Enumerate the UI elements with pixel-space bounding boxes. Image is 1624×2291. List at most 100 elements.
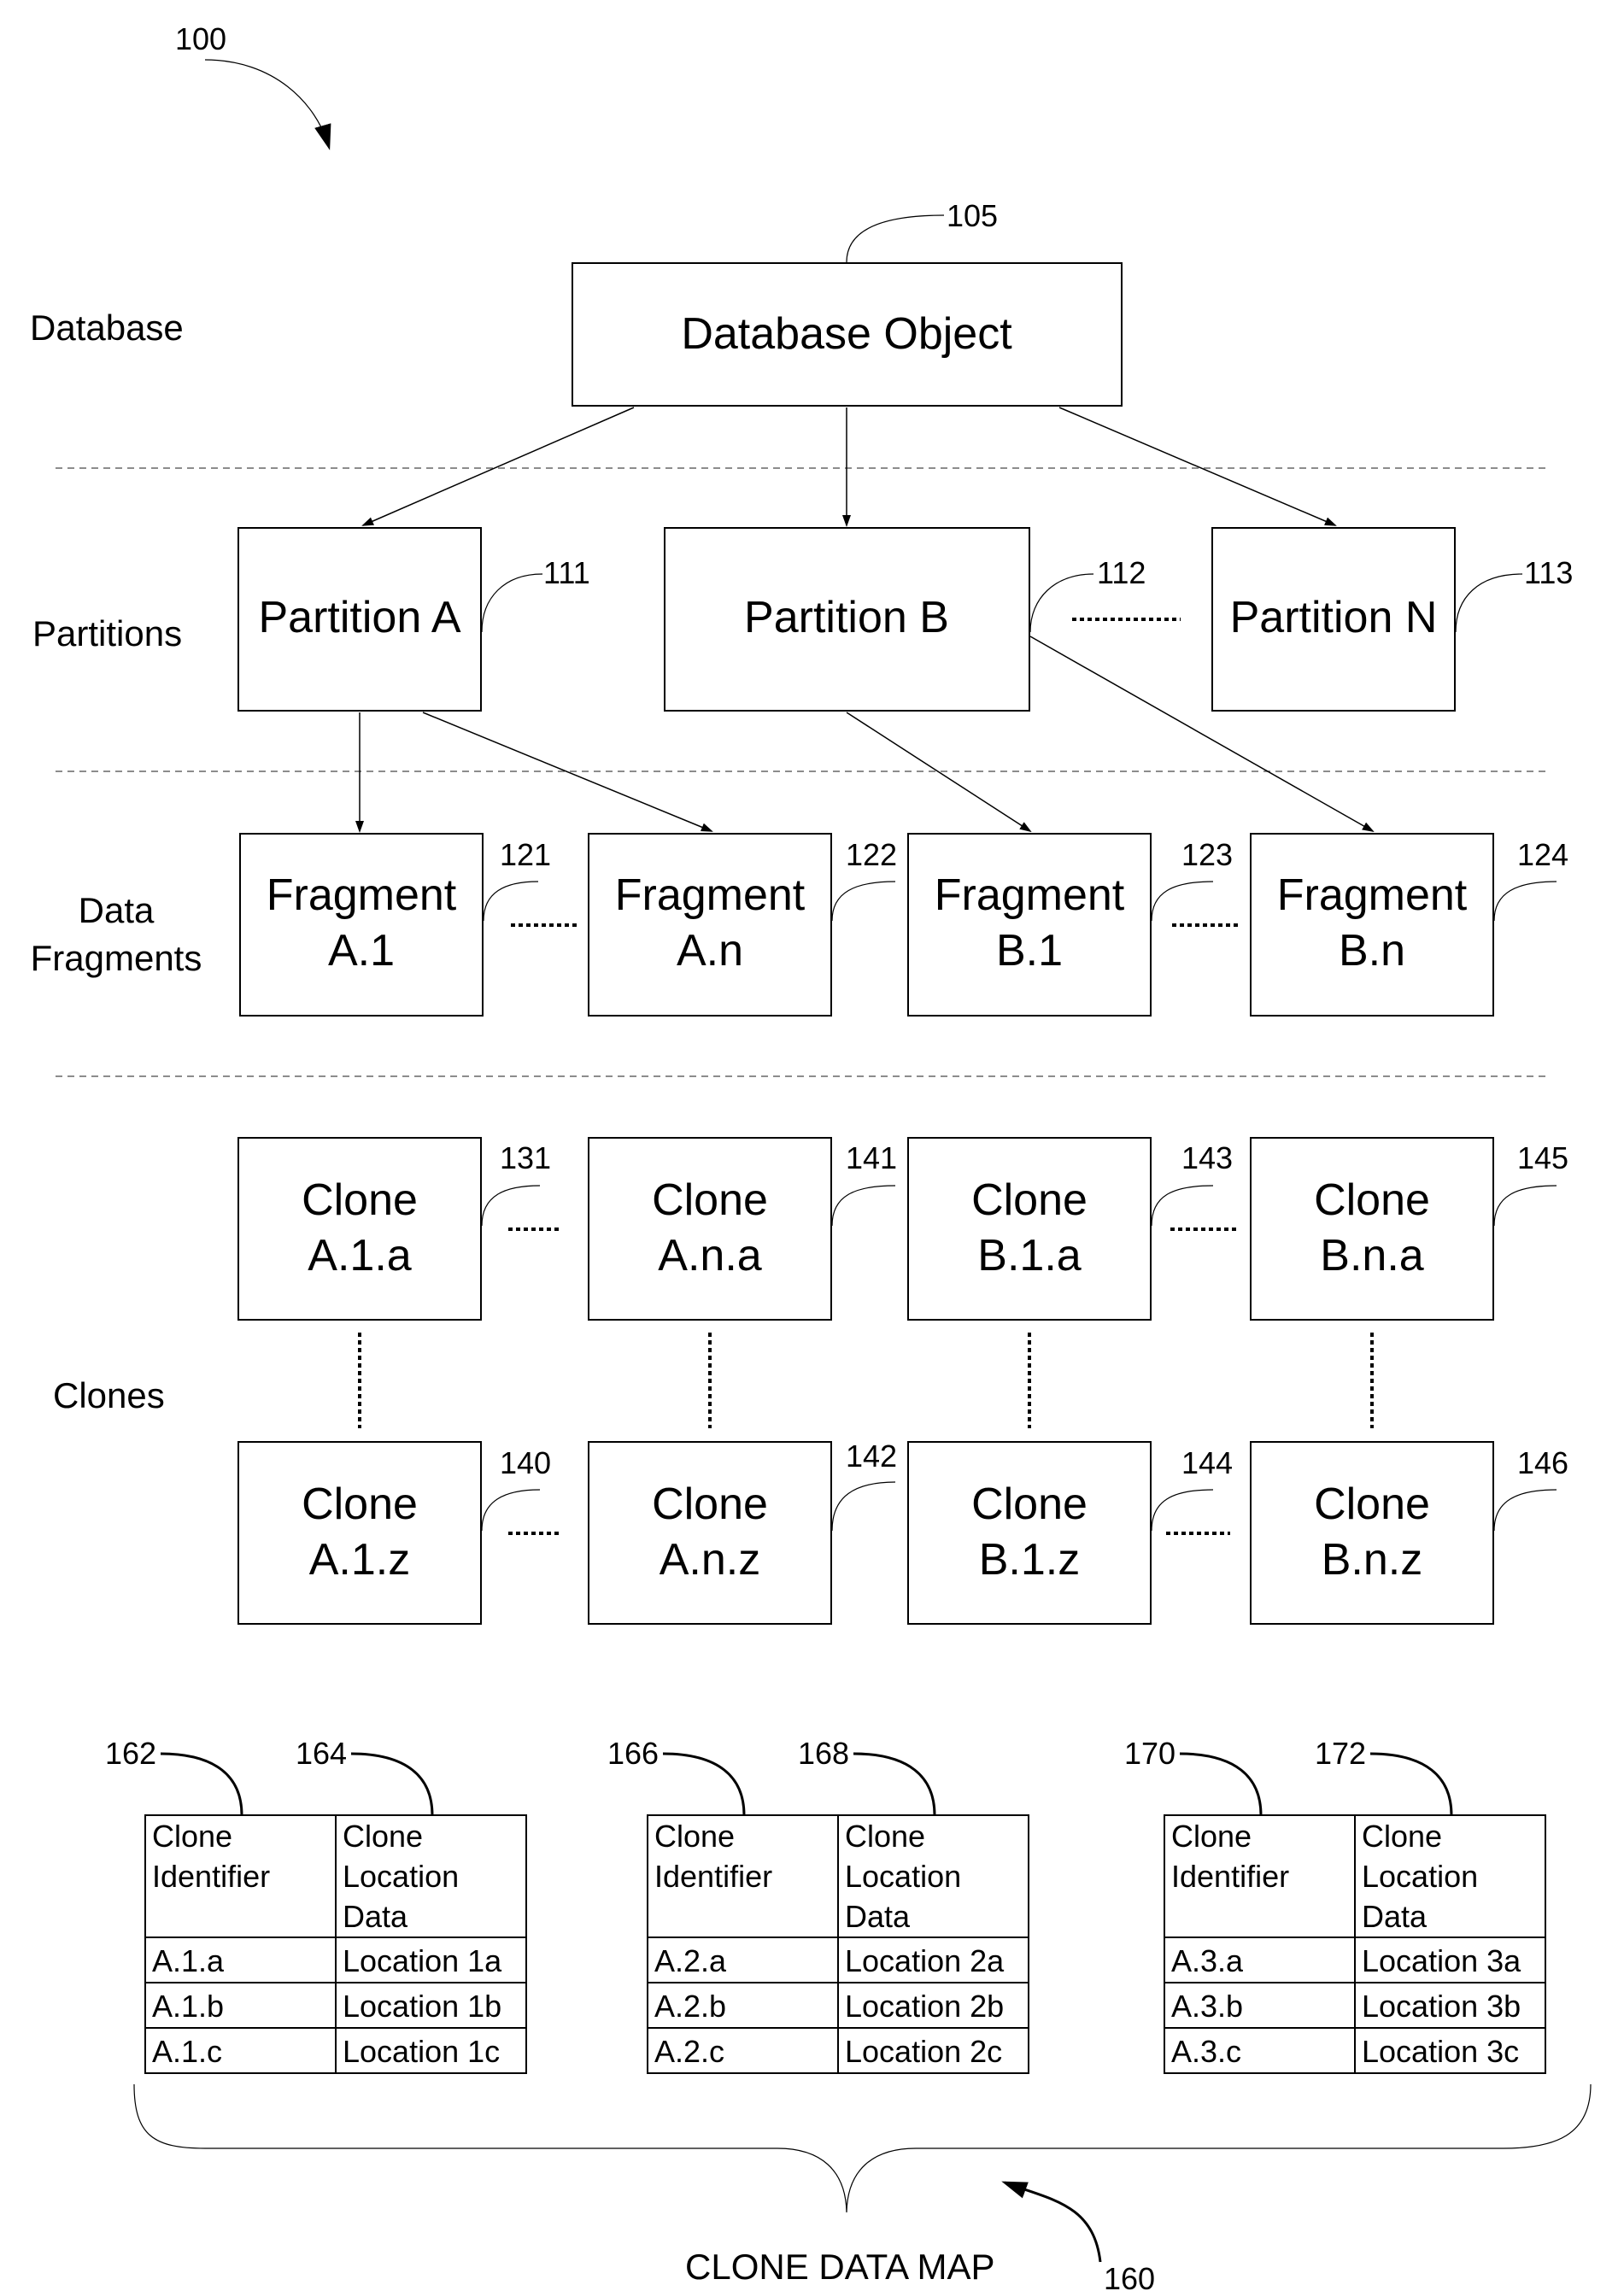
edge-db-partition-a	[361, 407, 635, 526]
table-row: A.1.b Location 1b	[144, 1982, 527, 2029]
table-header-text: Location	[845, 1859, 961, 1894]
partition-n-label: Partition N	[1230, 593, 1438, 642]
ref-122: 122	[846, 837, 897, 872]
ref-143: 143	[1181, 1140, 1233, 1175]
clone-anz-node[interactable]: Clone A.n.z	[588, 1441, 832, 1625]
ref-leader-144	[1151, 1489, 1214, 1532]
ref-170: 170	[1124, 1736, 1175, 1771]
fragment-an-node[interactable]: Fragment A.n	[588, 833, 832, 1017]
table-row: A.2.c Location 2c	[647, 2027, 1029, 2074]
level-label-data-fragments-line1: Data	[79, 890, 155, 930]
fragment-b1-node[interactable]: Fragment B.1	[907, 833, 1152, 1017]
ref-124: 124	[1517, 837, 1568, 872]
fragment-bn-line1: Fragment	[1277, 870, 1468, 920]
table-row: A.3.c Location 3c	[1164, 2027, 1546, 2074]
table-row: A.1.c Location 1c	[144, 2027, 527, 2074]
ref-leader-143	[1151, 1185, 1214, 1227]
ref-leader-170	[1179, 1752, 1263, 1816]
clone-bnz-line2: B.n.z	[1322, 1535, 1423, 1585]
ref-leader-142	[831, 1481, 896, 1532]
table-header-text: Data	[845, 1899, 911, 1934]
ref-142: 142	[846, 1438, 897, 1474]
clone-data-map-table: 166 168CloneIdentifierCloneLocationDataA.…	[607, 1736, 1029, 2074]
fragment-a1-line1: Fragment	[267, 870, 457, 920]
ref-164: 164	[296, 1736, 347, 1771]
level-label-data-fragments-line2: Fragments	[31, 938, 202, 978]
ref-131: 131	[500, 1140, 551, 1175]
ref-leader-111	[481, 573, 543, 633]
ref-leader-160	[1001, 2181, 1102, 2263]
partition-n-node[interactable]: Partition N	[1211, 527, 1456, 712]
cell-location: Location 1a	[343, 1943, 502, 1978]
clone-a1z-line2: A.1.z	[309, 1535, 411, 1585]
level-label-partitions: Partitions	[32, 613, 182, 653]
figure-ref-100: 100	[175, 21, 226, 56]
clone-bna-node[interactable]: Clone B.n.a	[1250, 1137, 1494, 1321]
level-label-clones: Clones	[53, 1375, 165, 1415]
partition-a-label: Partition A	[258, 593, 460, 642]
clone-b1z-node[interactable]: Clone B.1.z	[907, 1441, 1152, 1625]
cell-clone-id: A.2.a	[654, 1943, 727, 1978]
clone-bnz-node[interactable]: Clone B.n.z	[1250, 1441, 1494, 1625]
ref-144: 144	[1181, 1445, 1233, 1480]
database-object-node[interactable]: Database Object	[572, 262, 1123, 407]
ref-leader-140	[481, 1489, 541, 1532]
table-header-text: Clone	[654, 1819, 735, 1854]
table-row: A.2.b Location 2b	[647, 1982, 1029, 2029]
fragment-b1-line2: B.1	[996, 926, 1063, 976]
ref-121: 121	[500, 837, 551, 872]
ref-140: 140	[500, 1445, 551, 1480]
ref-leader-172	[1369, 1752, 1453, 1816]
ref-145: 145	[1517, 1140, 1568, 1175]
clone-b1z-line2: B.1.z	[979, 1535, 1081, 1585]
clone-bna-line2: B.n.a	[1320, 1231, 1423, 1280]
partition-b-node[interactable]: Partition B	[664, 527, 1030, 712]
fragment-a1-line2: A.1	[328, 926, 395, 976]
clone-data-map-table: 162 164CloneIdentifierCloneLocationDataA.…	[105, 1736, 527, 2074]
ref-leader-124	[1493, 881, 1557, 922]
fragment-bn-line2: B.n	[1339, 926, 1405, 976]
partition-a-node[interactable]: Partition A	[237, 527, 482, 712]
clone-b1a-node[interactable]: Clone B.1.a	[907, 1137, 1152, 1321]
ref-162: 162	[105, 1736, 156, 1771]
ref-leader-105	[846, 214, 945, 263]
table-header-text: Clone	[1362, 1819, 1442, 1854]
ref-leader-112	[1029, 573, 1094, 633]
clone-data-map-table: 170 172CloneIdentifierCloneLocationDataA.…	[1124, 1736, 1546, 2074]
fragment-a1-node[interactable]: Fragment A.1	[239, 833, 484, 1017]
clone-bnz-line1: Clone	[1314, 1479, 1430, 1529]
cell-clone-id: A.3.a	[1171, 1943, 1244, 1978]
clone-a1a-node[interactable]: Clone A.1.a	[237, 1137, 482, 1321]
fragment-an-line2: A.n	[677, 926, 743, 976]
clone-bna-line1: Clone	[1314, 1175, 1430, 1225]
ref-leader-146	[1493, 1489, 1557, 1532]
table-row: A.2.a Location 2a	[647, 1937, 1029, 1983]
table-header-text: Clone	[845, 1819, 925, 1854]
ref-leader-145	[1493, 1185, 1557, 1227]
cell-location: Location 2a	[845, 1943, 1005, 1978]
ref-leader-141	[831, 1185, 896, 1227]
clone-ana-node[interactable]: Clone A.n.a	[588, 1137, 832, 1321]
clone-a1z-node[interactable]: Clone A.1.z	[237, 1441, 482, 1625]
cell-location: Location 2c	[845, 2034, 1002, 2069]
clone-data-map-label: CLONE DATA MAP	[685, 2247, 995, 2287]
ref-leader-168	[853, 1752, 936, 1816]
ref-leader-113	[1455, 573, 1523, 633]
patent-diagram: 100 Database Partitions Data Fragments C…	[30, 21, 1592, 2291]
ref-123: 123	[1181, 837, 1233, 872]
ref-leader-122	[831, 881, 896, 922]
ref-leader-164	[350, 1752, 434, 1816]
ref-141: 141	[846, 1140, 897, 1175]
cell-clone-id: A.1.b	[152, 1989, 224, 2024]
fragment-bn-node[interactable]: Fragment B.n	[1250, 833, 1494, 1017]
ref-112: 112	[1097, 555, 1146, 590]
cell-location: Location 3a	[1362, 1943, 1521, 1978]
clone-anz-line1: Clone	[652, 1479, 768, 1529]
table-header-text: Identifier	[1171, 1859, 1289, 1894]
cell-location: Location 1c	[343, 2034, 500, 2069]
clone-b1a-line1: Clone	[971, 1175, 1088, 1225]
cell-location: Location 3b	[1362, 1989, 1521, 2024]
ref-leader-162	[160, 1752, 243, 1816]
table-header-text: Data	[1362, 1899, 1428, 1934]
clone-anz-line2: A.n.z	[660, 1535, 761, 1585]
